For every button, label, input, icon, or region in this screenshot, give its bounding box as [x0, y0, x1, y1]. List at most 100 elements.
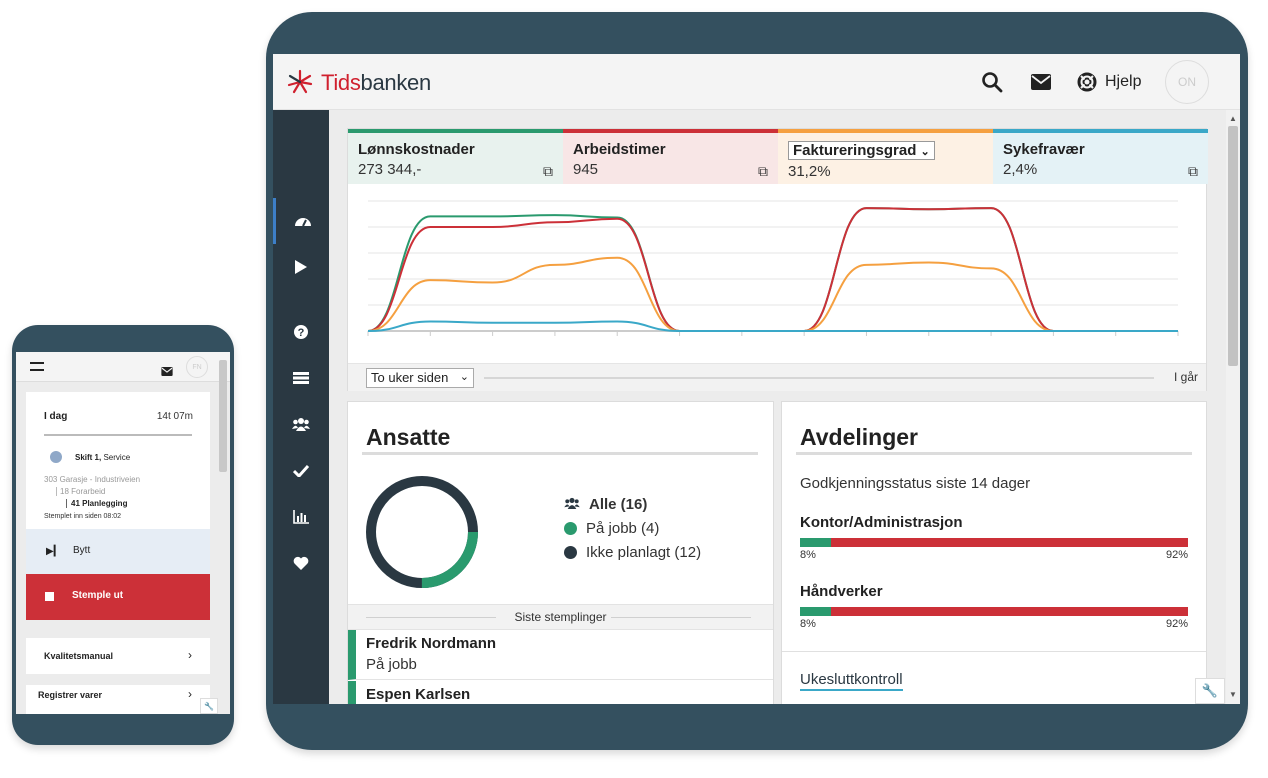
- nav-favorites[interactable]: [273, 540, 329, 586]
- stamp-out-button[interactable]: Stemple ut: [26, 574, 210, 620]
- legend-on-job[interactable]: På jobb (4): [564, 520, 659, 537]
- kpi-value: 2,4%: [1003, 161, 1038, 178]
- kpi-billing-select[interactable]: Faktureringsgrad ⌄: [788, 141, 935, 160]
- help-icon[interactable]: [1077, 72, 1099, 94]
- mail-icon[interactable]: [161, 363, 173, 381]
- kpi-title: Lønnskostnader: [358, 141, 475, 158]
- location-line: 303 Garasje - Industriveien: [44, 475, 141, 484]
- legend-label: På jobb (4): [586, 520, 660, 537]
- kpi-chart-card: Lønnskostnader 273 344,- ⧉ Arbeidstimer …: [347, 128, 1208, 391]
- chart-range-bar: To uker siden ⌄ I går: [348, 363, 1206, 391]
- check-icon: [293, 465, 309, 477]
- switch-button[interactable]: ▶▎ Bytt: [26, 529, 210, 574]
- today-label: I dag: [44, 411, 68, 422]
- nav-play[interactable]: [273, 244, 329, 290]
- departments-card: Avdelinger Godkjenningsstatus siste 14 d…: [781, 401, 1207, 704]
- divider: [44, 434, 192, 436]
- kpi-title: Arbeidstimer: [573, 141, 666, 158]
- nav-users[interactable]: [273, 401, 329, 447]
- external-link-icon[interactable]: ⧉: [1188, 163, 1198, 180]
- list-icon: [293, 372, 309, 384]
- menu-item[interactable]: Registrer varer ›: [26, 685, 210, 714]
- legend-all[interactable]: Alle (16): [564, 496, 647, 513]
- nav-list[interactable]: [273, 355, 329, 401]
- stop-icon: [45, 592, 54, 601]
- employee-status: På jobb: [366, 656, 417, 673]
- employees-card: Ansatte Alle (16) På jobb (4) Ikke planl…: [347, 401, 774, 704]
- logo[interactable]: Tidsbanken: [321, 70, 431, 96]
- hamburger-icon[interactable]: [30, 362, 44, 371]
- approved-bar[interactable]: [800, 538, 832, 547]
- phone-top-bar: FN: [16, 352, 230, 382]
- recent-row[interactable]: Fredrik Nordmann På jobb: [348, 630, 773, 680]
- nav-help[interactable]: ?: [273, 309, 329, 355]
- logo-icon: [285, 68, 315, 96]
- kpi-payroll[interactable]: Lønnskostnader 273 344,- ⧉: [348, 129, 563, 184]
- pending-bar[interactable]: [800, 607, 1188, 616]
- skip-icon: ▶▎: [46, 546, 62, 557]
- scroll-up-icon[interactable]: ▲: [1229, 114, 1237, 123]
- shift-label: Skift 1,: [75, 453, 102, 462]
- range-select-value: To uker siden: [371, 370, 449, 385]
- kpi-title: Faktureringsgrad: [793, 142, 917, 159]
- task-line: 18 Forarbeid: [56, 487, 105, 496]
- scroll-down-icon[interactable]: ▼: [1229, 690, 1237, 699]
- shift-type: Service: [103, 453, 131, 462]
- kpi-value: 945: [573, 161, 599, 178]
- nav-dashboard[interactable]: [273, 198, 329, 244]
- chevron-down-icon: ⌄: [459, 371, 469, 383]
- avatar[interactable]: ON: [1165, 60, 1209, 104]
- today-hours: 14t 07m: [156, 411, 193, 422]
- wrench-icon[interactable]: 🔧: [200, 698, 218, 714]
- employee-name: Espen Karlsen: [366, 686, 471, 703]
- scrollbar-thumb[interactable]: [1228, 126, 1238, 366]
- subtask-line: 41 Planlegging: [66, 499, 127, 508]
- pending-bar[interactable]: [800, 538, 1188, 547]
- play-icon: [295, 260, 307, 274]
- top-bar: Tidsbanken Hjelp ON: [273, 54, 1240, 110]
- external-link-icon[interactable]: ⧉: [543, 163, 553, 180]
- clock-icon: [50, 451, 62, 463]
- stamped-since: Stemplet inn siden 08:02: [44, 513, 122, 520]
- kpi-title: Sykefravær: [1003, 141, 1085, 158]
- legend-label: Ikke planlagt (12): [586, 544, 702, 561]
- range-select[interactable]: To uker siden ⌄: [366, 368, 474, 388]
- help-link[interactable]: Hjelp: [1105, 73, 1141, 91]
- wrench-icon[interactable]: 🔧: [1195, 678, 1225, 704]
- menu-item-label: Kvalitetsmanual: [44, 651, 114, 661]
- external-link-icon[interactable]: ⧉: [758, 163, 768, 180]
- mail-icon[interactable]: [1031, 74, 1053, 92]
- menu-item-label: Registrer varer: [38, 690, 103, 700]
- main-content: Lønnskostnader 273 344,- ⧉ Arbeidstimer …: [329, 110, 1226, 704]
- kpi-billing[interactable]: Faktureringsgrad ⌄ 31,2%: [778, 129, 993, 184]
- line-chart: [367, 200, 1179, 336]
- chevron-right-icon: ›: [188, 687, 192, 701]
- users-icon: [292, 418, 310, 431]
- divider: [796, 452, 1192, 455]
- chart-series-line: [367, 320, 1178, 332]
- kpi-value: 31,2%: [788, 163, 831, 180]
- avatar[interactable]: FN: [186, 356, 208, 378]
- dark-dot-icon: [564, 546, 577, 559]
- employees-legend: Alle (16) På jobb (4) Ikke planlagt (12): [564, 496, 764, 576]
- phone-scrollbar-thumb[interactable]: [219, 360, 227, 472]
- approved-bar[interactable]: [800, 607, 832, 616]
- chevron-down-icon: ⌄: [920, 146, 930, 158]
- kpi-sick[interactable]: Sykefravær 2,4% ⧉: [993, 129, 1208, 184]
- sidebar: ?: [273, 110, 329, 704]
- range-end-label: I går: [1173, 370, 1198, 384]
- week-close-link[interactable]: Ukesluttkontroll: [800, 671, 903, 691]
- range-slider[interactable]: [484, 377, 1154, 379]
- menu-item[interactable]: Kvalitetsmanual ›: [26, 638, 210, 674]
- scrollbar[interactable]: ▲ ▼: [1226, 110, 1240, 704]
- legend-not-planned[interactable]: Ikke planlagt (12): [564, 544, 701, 561]
- nav-approve[interactable]: [273, 448, 329, 494]
- kpi-hours[interactable]: Arbeidstimer 945 ⧉: [563, 129, 778, 184]
- logo-prefix: Tids: [321, 70, 361, 95]
- nav-reports[interactable]: [273, 494, 329, 540]
- bar-chart-icon: [293, 510, 309, 524]
- recent-row[interactable]: Espen Karlsen: [348, 681, 773, 704]
- search-icon[interactable]: [981, 71, 1005, 95]
- employee-name: Fredrik Nordmann: [366, 635, 497, 652]
- pending-pct: 92%: [1165, 618, 1188, 630]
